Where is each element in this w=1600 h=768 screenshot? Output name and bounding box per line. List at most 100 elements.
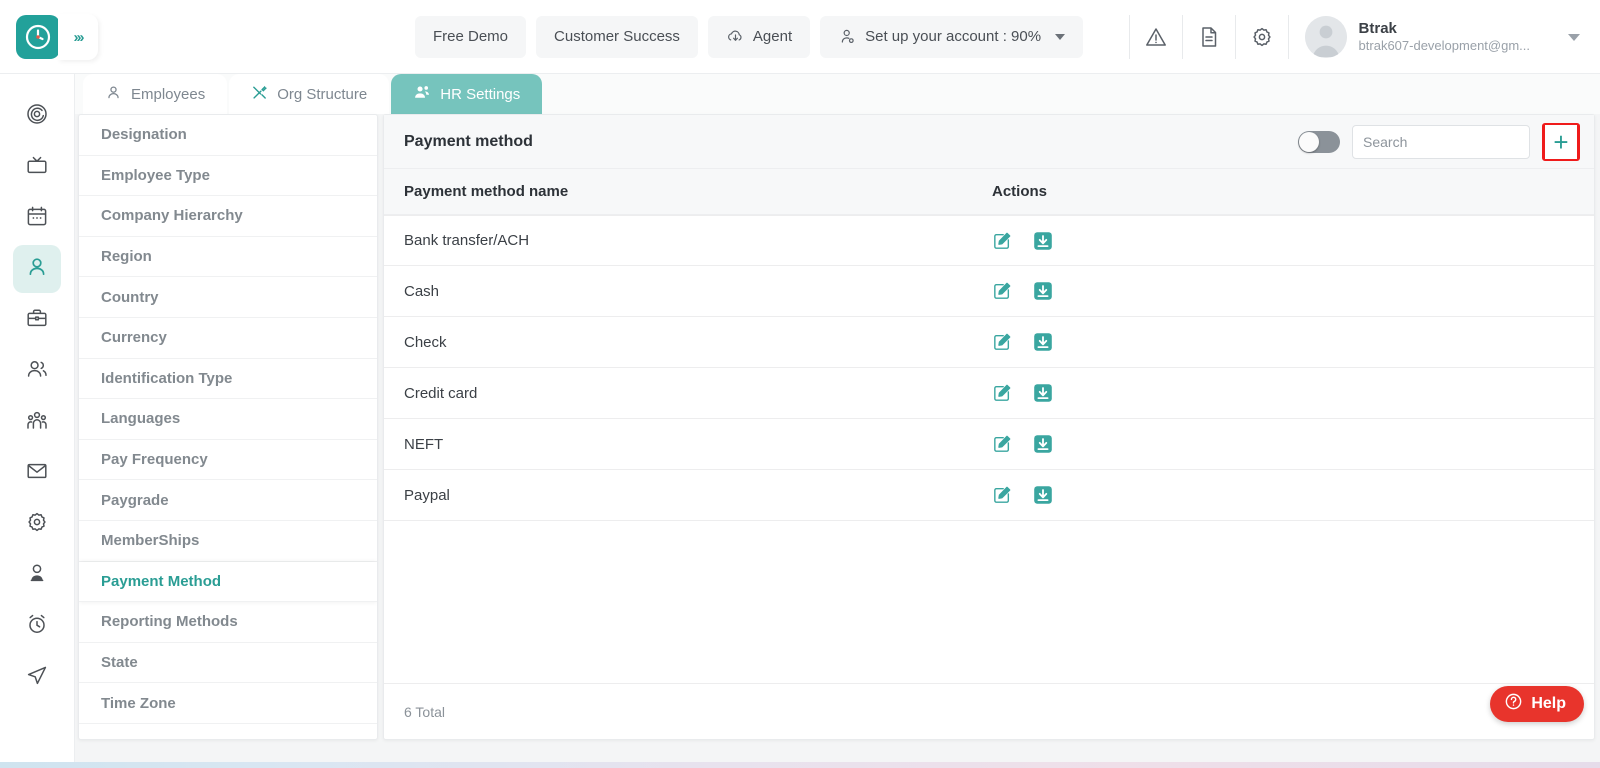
add-payment-method-button[interactable]: + — [1545, 124, 1577, 159]
chevron-double-right-icon[interactable]: ››› — [58, 14, 98, 60]
sidebar-item-time-zone[interactable]: Time Zone — [79, 683, 377, 724]
sidebar-item-currency[interactable]: Currency — [79, 318, 377, 359]
customer-success-button[interactable]: Customer Success — [536, 15, 698, 58]
help-button[interactable]: Help — [1490, 686, 1584, 722]
sidebar-item-country[interactable]: Country — [79, 277, 377, 318]
archive-down-icon[interactable] — [1032, 484, 1054, 506]
sidebar-item-reporting-methods[interactable]: Reporting Methods — [79, 602, 377, 643]
sidebar-item-label: Region — [101, 248, 152, 266]
calendar-icon — [25, 204, 49, 233]
caret-down-icon[interactable] — [1568, 33, 1580, 41]
sidebar-item-identification-type[interactable]: Identification Type — [79, 359, 377, 400]
archive-down-icon[interactable] — [1032, 433, 1054, 455]
sidebar-item-memberships[interactable]: MemberShips — [79, 521, 377, 562]
clock-logo-icon[interactable] — [15, 14, 60, 59]
show-inactive-toggle[interactable] — [1298, 130, 1340, 153]
free-demo-button[interactable]: Free Demo — [415, 15, 527, 58]
sidebar-rail-group[interactable] — [13, 398, 61, 446]
sidebar-item-label: State — [101, 654, 138, 672]
user-menu[interactable]: Btrak btrak607-development@gm... — [1291, 16, 1592, 58]
sidebar-item-label: Payment Method — [101, 572, 222, 590]
sidebar-rail-team[interactable] — [13, 347, 61, 395]
archive-down-icon[interactable] — [1032, 230, 1054, 252]
avatar — [1304, 16, 1347, 58]
sidebar-rail-mail[interactable] — [13, 449, 61, 497]
table-row[interactable]: NEFT — [384, 419, 1594, 470]
customer-success-label: Customer Success — [554, 28, 680, 45]
envelope-icon — [25, 459, 49, 488]
sidebar-rail-briefcase[interactable] — [13, 296, 61, 344]
sidebar-item-label: Currency — [101, 329, 167, 347]
bottom-gradient-strip — [0, 762, 1600, 768]
sidebar-item-label: Company Hierarchy — [101, 207, 243, 225]
agent-button[interactable]: Agent — [707, 15, 811, 58]
sidebar-rail-send[interactable] — [13, 653, 61, 701]
sidebar-item-label: Country — [101, 288, 159, 306]
edit-icon[interactable] — [992, 434, 1012, 454]
add-button-highlight: + — [1542, 122, 1580, 161]
warning-icon[interactable] — [1132, 13, 1180, 61]
cell-actions — [992, 230, 1054, 252]
table-row[interactable]: Check — [384, 317, 1594, 368]
tab-hr-settings[interactable]: HR Settings — [391, 74, 543, 114]
target-spiral-icon — [25, 102, 49, 131]
sidebar-rail-dashboard[interactable] — [13, 92, 61, 140]
edit-icon[interactable] — [992, 383, 1012, 403]
app-root: ››› Free Demo Customer Success Agent Set… — [0, 0, 1600, 768]
agent-label: Agent — [752, 28, 793, 45]
sidebar-item-company-hierarchy[interactable]: Company Hierarchy — [79, 196, 377, 237]
tab-employees[interactable]: Employees — [83, 74, 228, 114]
sidebar-item-paygrade[interactable]: Paygrade — [79, 480, 377, 521]
gear-icon[interactable] — [1238, 13, 1286, 61]
table-footer: 6 Total — [384, 683, 1594, 739]
user-gear-icon — [838, 27, 857, 46]
sidebar-item-label: Languages — [101, 410, 181, 428]
archive-down-icon[interactable] — [1032, 280, 1054, 302]
cell-payment-method-name: Cash — [404, 282, 440, 300]
people-group-icon — [25, 408, 49, 437]
edit-icon[interactable] — [992, 332, 1012, 352]
sidebar-rail-tv[interactable] — [13, 143, 61, 191]
briefcase-icon — [25, 306, 49, 335]
setup-account-button[interactable]: Set up your account : 90% — [820, 15, 1084, 58]
table-row[interactable]: Credit card — [384, 368, 1594, 419]
top-header: ››› Free Demo Customer Success Agent Set… — [0, 0, 1600, 74]
tab-org-structure[interactable]: Org Structure — [229, 74, 390, 114]
divider — [1181, 15, 1183, 59]
table-row[interactable]: Paypal — [384, 470, 1594, 521]
search-wrap — [1352, 124, 1530, 159]
sidebar-rail-calendar[interactable] — [13, 194, 61, 242]
search-input[interactable] — [1352, 124, 1530, 159]
table-row[interactable]: Bank transfer/ACH — [384, 215, 1594, 266]
sidebar-item-designation[interactable]: Designation — [79, 115, 377, 156]
edit-icon[interactable] — [992, 231, 1012, 251]
panel-header: Payment method + — [384, 115, 1594, 169]
sidebar-item-payment-method[interactable]: Payment Method — [79, 561, 377, 603]
sidebar-item-label: Reporting Methods — [101, 613, 238, 631]
sidebar-item-region[interactable]: Region — [79, 237, 377, 278]
column-header-actions: Actions — [992, 183, 1048, 200]
hr-settings-sidebar: Designation Employee Type Company Hierar… — [78, 114, 378, 740]
free-demo-label: Free Demo — [433, 28, 509, 45]
sidebar-item-pay-frequency[interactable]: Pay Frequency — [79, 440, 377, 481]
archive-down-icon[interactable] — [1032, 331, 1054, 353]
cell-actions — [992, 484, 1054, 506]
cell-actions — [992, 280, 1054, 302]
sidebar-rail-settings[interactable] — [13, 500, 61, 548]
cell-payment-method-name: Bank transfer/ACH — [404, 232, 530, 249]
cell-payment-method-name: NEFT — [404, 435, 444, 453]
table-row[interactable]: Cash — [384, 266, 1594, 317]
archive-down-icon[interactable] — [1032, 382, 1054, 404]
edit-icon[interactable] — [992, 485, 1012, 505]
sidebar-item-state[interactable]: State — [79, 643, 377, 684]
column-header-name: Payment method name — [404, 183, 569, 200]
edit-icon[interactable] — [992, 281, 1012, 301]
sidebar-rail-timer[interactable] — [13, 602, 61, 650]
sidebar-rail-profile[interactable] — [13, 551, 61, 599]
payment-method-panel: Payment method + Payment me — [383, 114, 1595, 740]
document-icon[interactable] — [1185, 13, 1233, 61]
sidebar-rail-employee[interactable] — [13, 245, 61, 293]
sidebar-item-employee-type[interactable]: Employee Type — [79, 156, 377, 197]
sidebar-item-languages[interactable]: Languages — [79, 399, 377, 440]
header-right: Btrak btrak607-development@gm... — [1127, 0, 1592, 74]
